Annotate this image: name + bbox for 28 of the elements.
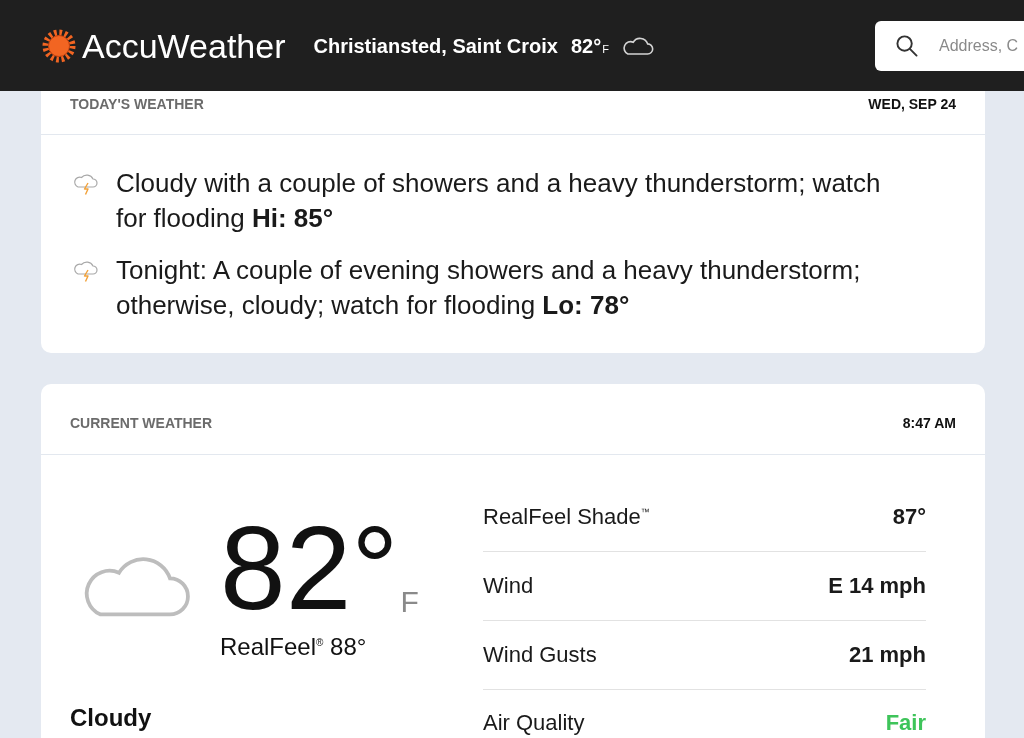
forecast-text: Tonight: A couple of evening showers and a heavy thunderstorm; otherwise, cloudy; watch for flooding Lo: 78°: [116, 254, 862, 322]
search-icon[interactable]: [895, 33, 918, 57]
realfeel-text: RealFeel$^{®}$ 88°: [220, 632, 367, 662]
section-date: WED, SEP 24: [868, 95, 956, 114]
detail-label: Wind Gusts: [483, 642, 597, 668]
header-temperature: 82°: [570, 33, 602, 59]
location-name[interactable]: Christiansted, Saint Croix: [313, 30, 558, 61]
temperature-unit: F: [602, 42, 609, 58]
detail-label: Wind: [483, 573, 534, 599]
cloud-icon: [621, 35, 654, 56]
condition-text: Cloudy: [70, 704, 152, 732]
temperature-unit: F: [400, 587, 419, 617]
storm-cloud-icon: [72, 172, 100, 196]
detail-value: E 14 mph: [828, 573, 926, 599]
detail-value: 21 mph: [848, 642, 926, 668]
detail-value: Fair: [885, 710, 926, 736]
section-title: CURRENT WEATHER: [70, 414, 213, 433]
detail-value: 87°: [892, 504, 926, 530]
section-title: TODAY'S WEATHER: [70, 95, 204, 114]
storm-cloud-icon: [72, 259, 100, 283]
forecast-text: Cloudy with a couple of showers and a heavy thunderstorm; watch for flooding Hi: 85°: [116, 167, 882, 235]
detail-label: RealFeel Shade$^{™}$: [483, 504, 650, 530]
section-time: 8:47 AM: [902, 414, 956, 433]
search-field[interactable]: Address, C: [875, 20, 1024, 71]
logo-text[interactable]: AccuWeather: [82, 28, 286, 63]
detail-label: Air Quality: [483, 710, 585, 736]
sun-icon: [42, 28, 76, 63]
temperature: 82°: [220, 509, 399, 627]
